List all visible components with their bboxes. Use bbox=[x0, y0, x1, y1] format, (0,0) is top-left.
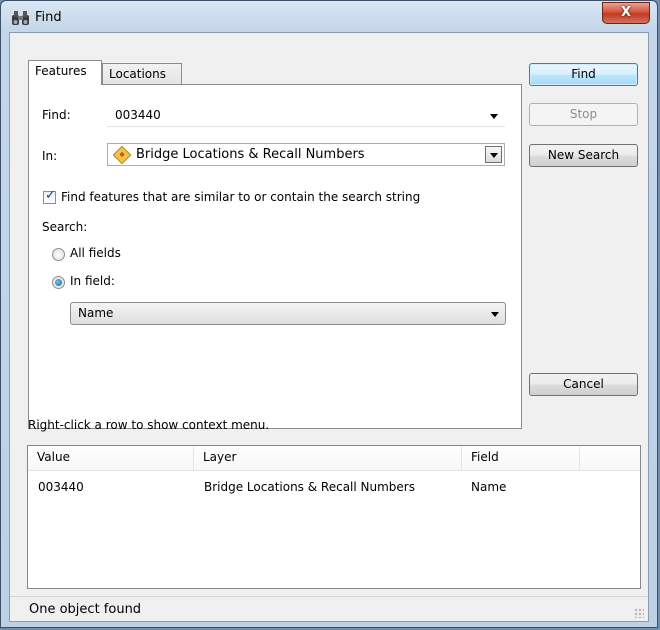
tab-locations[interactable]: Locations bbox=[102, 63, 182, 85]
find-combo[interactable]: 003440 bbox=[107, 104, 505, 127]
check-icon: ✓ bbox=[45, 188, 56, 203]
tab-features[interactable]: Features bbox=[28, 60, 102, 85]
similar-checkbox-label[interactable]: Find features that are similar to or con… bbox=[61, 190, 420, 204]
new-search-button[interactable]: New Search bbox=[529, 144, 638, 167]
field-combo-value: Name bbox=[78, 306, 114, 320]
in-label: In: bbox=[42, 149, 58, 163]
row-layer-cell: Bridge Locations & Recall Numbers bbox=[204, 480, 415, 494]
layer-combo[interactable]: Bridge Locations & Recall Numbers bbox=[107, 143, 505, 166]
field-combo[interactable]: Name bbox=[70, 302, 506, 325]
row-field-cell: Name bbox=[471, 480, 507, 494]
search-label: Search: bbox=[42, 220, 88, 234]
status-bar: One object found bbox=[10, 596, 648, 622]
row-value-cell: 003440 bbox=[38, 480, 84, 494]
find-label: Find: bbox=[42, 108, 71, 122]
in-field-radio[interactable] bbox=[52, 276, 65, 289]
find-combo-value: 003440 bbox=[115, 108, 161, 122]
column-header-value[interactable]: Value bbox=[28, 446, 194, 470]
binoculars-icon bbox=[11, 9, 31, 27]
resize-grip-icon[interactable] bbox=[634, 608, 644, 618]
features-tab-panel: Find: 003440 In: Bridge Locations & Reca… bbox=[28, 84, 522, 429]
similar-checkbox[interactable]: ✓ bbox=[43, 188, 56, 204]
cancel-button[interactable]: Cancel bbox=[529, 373, 638, 396]
close-icon: X bbox=[620, 5, 632, 20]
layer-combo-value: Bridge Locations & Recall Numbers bbox=[136, 147, 365, 162]
chevron-down-icon[interactable] bbox=[490, 114, 498, 119]
close-button[interactable]: X bbox=[602, 2, 650, 24]
all-fields-radio[interactable] bbox=[52, 248, 65, 261]
stop-button[interactable]: Stop bbox=[529, 103, 638, 126]
in-field-label[interactable]: In field: bbox=[70, 274, 115, 288]
chevron-down-icon[interactable] bbox=[491, 312, 499, 317]
results-list[interactable]: Value Layer Field 003440 Bridge Location… bbox=[27, 445, 641, 589]
window-title: Find bbox=[35, 10, 62, 25]
column-header-layer[interactable]: Layer bbox=[194, 446, 462, 470]
chevron-down-icon[interactable] bbox=[485, 146, 502, 163]
status-text: One object found bbox=[29, 602, 142, 617]
all-fields-label[interactable]: All fields bbox=[70, 246, 121, 260]
title-bar[interactable]: Find X bbox=[1, 1, 657, 35]
dialog-body: Features Locations Find: 003440 In: Brid… bbox=[9, 32, 649, 622]
find-window: Find X Features Locations Find: 003440 I… bbox=[0, 0, 658, 628]
column-header-field[interactable]: Field bbox=[462, 446, 580, 470]
find-button[interactable]: Find bbox=[529, 63, 638, 86]
find-combo-underline bbox=[107, 126, 505, 127]
context-menu-hint: Right-click a row to show context menu. bbox=[28, 418, 270, 432]
layer-icon bbox=[112, 145, 132, 165]
results-header: Value Layer Field bbox=[28, 446, 640, 471]
